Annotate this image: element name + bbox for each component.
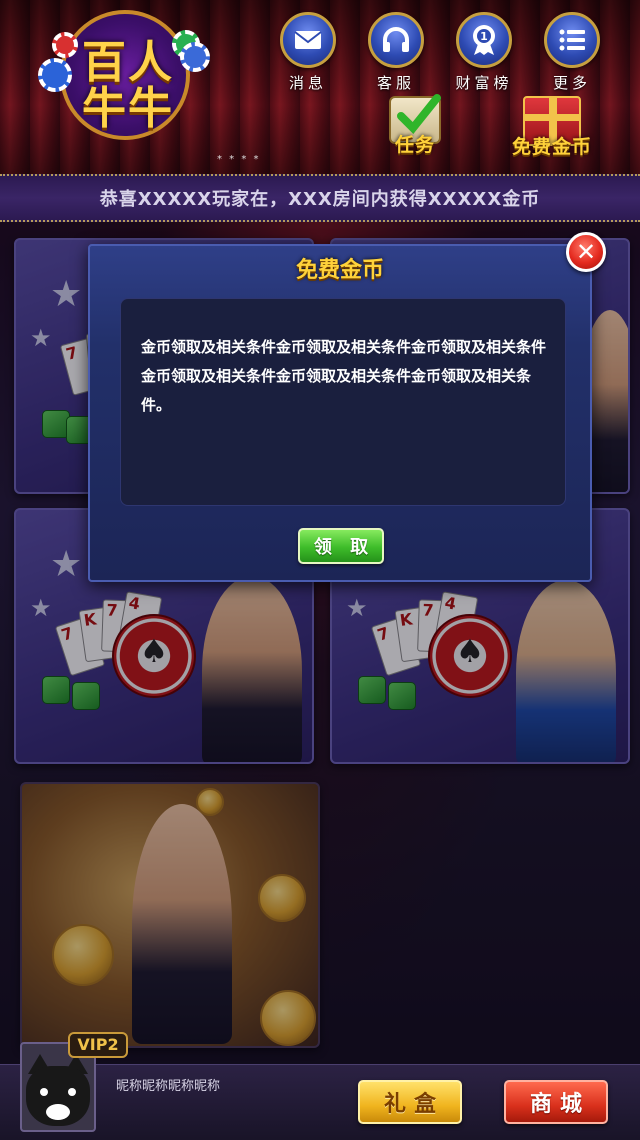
dialog-body: 金币领取及相关条件金币领取及相关条件金币领取及相关条件金币领取及相关条件金币领取… bbox=[120, 298, 566, 506]
task-button[interactable]: 任务 bbox=[380, 94, 450, 157]
leaderboard-button[interactable]: 1 财富榜 bbox=[452, 12, 516, 93]
cat-eye bbox=[40, 1088, 48, 1096]
leaderboard-label: 财富榜 bbox=[455, 74, 513, 92]
shop-button[interactable]: 商城 bbox=[504, 1080, 608, 1124]
close-icon[interactable]: ✕ bbox=[566, 232, 606, 272]
mail-icon bbox=[280, 12, 336, 68]
announcement-text: 恭喜XXXXX玩家在，XXX房间内获得XXXXX金币 bbox=[99, 189, 541, 210]
page-indicator: * * * * bbox=[217, 154, 261, 165]
cat-eye bbox=[68, 1088, 76, 1096]
customer-service-button[interactable]: 客服 bbox=[364, 12, 428, 93]
list-icon bbox=[544, 12, 600, 68]
svg-text:1: 1 bbox=[480, 30, 488, 43]
more-label: 更多 bbox=[552, 74, 591, 92]
announcement-marquee: 恭喜XXXXX玩家在，XXX房间内获得XXXXX金币 bbox=[0, 174, 640, 222]
gift-box-button[interactable]: 礼盒 bbox=[358, 1080, 462, 1124]
dialog-title: 免费金币 bbox=[295, 258, 384, 283]
messages-label: 消息 bbox=[288, 74, 327, 92]
logo-line-1: 百人 bbox=[82, 37, 174, 88]
vip-badge: VIP2 bbox=[68, 1032, 128, 1058]
customer-service-label: 客服 bbox=[376, 74, 415, 92]
free-coins-label: 免费金币 bbox=[511, 136, 592, 158]
more-button[interactable]: 更多 bbox=[540, 12, 604, 93]
nickname: 昵称昵称昵称昵称 bbox=[116, 1079, 221, 1094]
claim-button[interactable]: 领 取 bbox=[298, 528, 384, 564]
chip-icon bbox=[38, 58, 72, 92]
headset-icon bbox=[368, 12, 424, 68]
free-coins-button[interactable]: 免费金币 bbox=[502, 96, 602, 159]
logo-text: 百人 牛牛 bbox=[68, 40, 188, 132]
cat-mouth bbox=[46, 1104, 70, 1120]
medal-icon: 1 bbox=[456, 12, 512, 68]
logo-line-2: 牛牛 bbox=[82, 83, 174, 134]
messages-button[interactable]: 消息 bbox=[276, 12, 340, 93]
dialog-text: 金币领取及相关条件金币领取及相关条件金币领取及相关条件金币领取及相关条件金币领取… bbox=[141, 338, 547, 414]
game-logo: 百人 牛牛 bbox=[38, 10, 210, 160]
task-label: 任务 bbox=[394, 134, 435, 156]
free-coins-dialog: 免费金币 金币领取及相关条件金币领取及相关条件金币领取及相关条件金币领取及相关条… bbox=[88, 244, 592, 582]
